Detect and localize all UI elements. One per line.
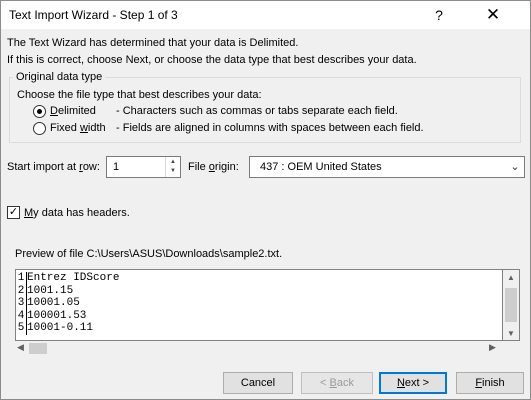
stepper-down-icon[interactable]: ▼ (170, 168, 176, 174)
headers-checkbox[interactable]: ✓ (7, 206, 20, 219)
finish-button[interactable]: Finish (456, 372, 524, 394)
group-legend: Original data type (16, 71, 103, 83)
preview-row: 3 10001.05 (16, 297, 119, 310)
start-row-value[interactable]: 1 (113, 161, 119, 173)
scroll-right-icon[interactable]: ▶ (489, 342, 496, 353)
dialog-title: Text Import Wizard - Step 1 of 3 (9, 8, 178, 22)
preview-rows: 1 Entrez IDScore 2 1001.15 3 10001.05 4 1000… (16, 272, 119, 335)
delimited-label[interactable]: Delimited (50, 105, 96, 117)
preview-pane[interactable]: 1 Entrez IDScore 2 1001.15 3 10001.05 4 1000… (15, 269, 503, 341)
preview-row: 2 1001.15 (16, 284, 119, 298)
preview-horizontal-scrollbar[interactable]: ◀ ▶ (15, 341, 503, 356)
scroll-up-icon[interactable]: ▲ (507, 273, 515, 282)
fixed-width-radio[interactable] (33, 122, 46, 135)
row-number: 3 (16, 297, 27, 310)
row-number: 4 (16, 309, 27, 323)
back-button[interactable]: < Back (301, 372, 373, 394)
intro-text-line2: If this is correct, choose Next, or choo… (7, 54, 417, 66)
file-type-prompt: Choose the file type that best describes… (17, 89, 262, 101)
delimited-description: - Characters such as commas or tabs sepa… (116, 105, 398, 117)
close-button[interactable]: ✕ (475, 1, 511, 29)
start-row-label: Start import at row: (7, 161, 100, 173)
title-bar: Text Import Wizard - Step 1 of 3 ? ✕ (1, 1, 530, 29)
horizontal-scroll-thumb[interactable] (29, 343, 47, 354)
file-origin-select[interactable]: 437 : OEM United States ⌄ (249, 156, 525, 178)
row-text: 1001.15 (27, 284, 74, 297)
preview-vertical-scrollbar[interactable]: ▲ ▼ (503, 269, 520, 341)
next-button[interactable]: Next > (379, 372, 447, 394)
cancel-button[interactable]: Cancel (223, 372, 293, 394)
stepper-arrows[interactable]: ▲ ▼ (165, 157, 180, 177)
intro-text-line1: The Text Wizard has determined that your… (7, 37, 299, 49)
vertical-scroll-thumb[interactable] (505, 288, 517, 322)
delimited-radio[interactable] (33, 105, 46, 118)
row-number: 2 (16, 284, 27, 298)
row-text: 10001-0.11 (27, 322, 94, 335)
headers-label[interactable]: My data has headers. (24, 207, 130, 219)
preview-row: 4 100001.53 (16, 309, 119, 323)
row-number: 5 (16, 322, 27, 335)
row-text: Entrez IDScore (27, 272, 120, 284)
start-row-stepper[interactable]: 1 ▲ ▼ (106, 156, 181, 178)
chevron-down-icon[interactable]: ⌄ (506, 157, 524, 177)
text-import-wizard-dialog: Text Import Wizard - Step 1 of 3 ? ✕ The… (0, 0, 531, 400)
scroll-left-icon[interactable]: ◀ (17, 342, 24, 353)
preview-row: 5 10001-0.11 (16, 322, 119, 335)
row-number: 1 (16, 272, 27, 285)
scroll-down-icon[interactable]: ▼ (507, 329, 515, 338)
file-origin-label: File origin: (188, 161, 239, 173)
preview-row: 1 Entrez IDScore (16, 272, 119, 285)
fixed-width-label[interactable]: Fixed width (50, 122, 106, 134)
row-text: 10001.05 (27, 297, 80, 310)
file-origin-value: 437 : OEM United States (260, 161, 382, 173)
stepper-up-icon[interactable]: ▲ (170, 159, 176, 165)
help-button[interactable]: ? (421, 1, 457, 29)
preview-label: Preview of file C:\Users\ASUS\Downloads\… (15, 248, 283, 260)
row-text: 100001.53 (27, 309, 87, 322)
fixed-width-description: - Fields are aligned in columns with spa… (116, 122, 424, 134)
